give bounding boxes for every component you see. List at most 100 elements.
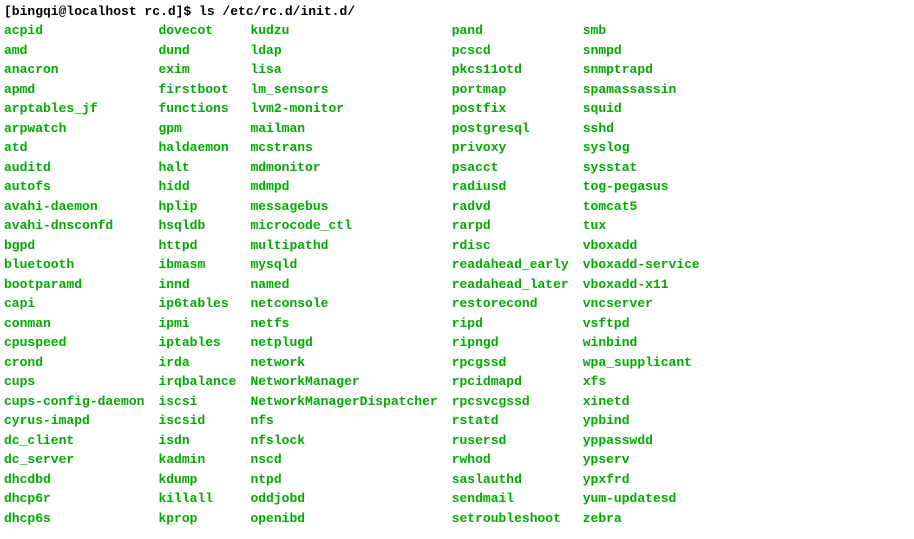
file-entry: NetworkManager	[250, 372, 437, 392]
file-entry: exim	[158, 60, 236, 80]
file-entry: ypserv	[583, 450, 700, 470]
file-entry: pkcs11otd	[452, 60, 569, 80]
file-entry: rarpd	[452, 216, 569, 236]
file-entry: radiusd	[452, 177, 569, 197]
file-entry: yum-updatesd	[583, 489, 700, 509]
file-entry: netfs	[250, 314, 437, 334]
file-entry: dhcdbd	[4, 470, 144, 490]
file-entry: tux	[583, 216, 700, 236]
file-entry: killall	[158, 489, 236, 509]
file-entry: mcstrans	[250, 138, 437, 158]
file-entry: arptables_jf	[4, 99, 144, 119]
file-entry: halt	[158, 158, 236, 178]
column-1: dovecotdundeximfirstbootfunctionsgpmhald…	[158, 21, 236, 528]
file-entry: dc_client	[4, 431, 144, 451]
file-entry: vsftpd	[583, 314, 700, 334]
file-entry: ibmasm	[158, 255, 236, 275]
file-entry: readahead_early	[452, 255, 569, 275]
file-entry: dund	[158, 41, 236, 61]
file-entry: yppasswdd	[583, 431, 700, 451]
file-entry: privoxy	[452, 138, 569, 158]
file-entry: apmd	[4, 80, 144, 100]
file-entry: dovecot	[158, 21, 236, 41]
file-entry: cyrus-imapd	[4, 411, 144, 431]
file-entry: nfslock	[250, 431, 437, 451]
file-entry: hsqldb	[158, 216, 236, 236]
column-3: pandpcscdpkcs11otdportmappostfixpostgres…	[452, 21, 569, 528]
file-entry: functions	[158, 99, 236, 119]
file-entry: openibd	[250, 509, 437, 529]
file-entry: postgresql	[452, 119, 569, 139]
file-entry: mdmpd	[250, 177, 437, 197]
file-entry: pcscd	[452, 41, 569, 61]
file-entry: ripngd	[452, 333, 569, 353]
file-entry: rpcsvcgssd	[452, 392, 569, 412]
file-entry: rpcidmapd	[452, 372, 569, 392]
file-entry: ipmi	[158, 314, 236, 334]
file-entry: mdmonitor	[250, 158, 437, 178]
file-entry: vboxadd	[583, 236, 700, 256]
file-entry: innd	[158, 275, 236, 295]
file-entry: iscsi	[158, 392, 236, 412]
file-entry: mailman	[250, 119, 437, 139]
file-entry: avahi-daemon	[4, 197, 144, 217]
file-entry: anacron	[4, 60, 144, 80]
file-entry: sendmail	[452, 489, 569, 509]
file-entry: named	[250, 275, 437, 295]
file-entry: vboxadd-x11	[583, 275, 700, 295]
file-entry: oddjobd	[250, 489, 437, 509]
file-entry: kudzu	[250, 21, 437, 41]
file-entry: netplugd	[250, 333, 437, 353]
file-entry: crond	[4, 353, 144, 373]
file-entry: postfix	[452, 99, 569, 119]
file-entry: cups	[4, 372, 144, 392]
file-entry: xinetd	[583, 392, 700, 412]
file-entry: atd	[4, 138, 144, 158]
file-entry: netconsole	[250, 294, 437, 314]
file-entry: rstatd	[452, 411, 569, 431]
file-entry: ip6tables	[158, 294, 236, 314]
file-entry: ypxfrd	[583, 470, 700, 490]
file-entry: snmpd	[583, 41, 700, 61]
file-entry: ripd	[452, 314, 569, 334]
file-entry: auditd	[4, 158, 144, 178]
file-entry: tog-pegasus	[583, 177, 700, 197]
file-entry: nfs	[250, 411, 437, 431]
file-entry: spamassassin	[583, 80, 700, 100]
file-entry: vncserver	[583, 294, 700, 314]
file-entry: kprop	[158, 509, 236, 529]
file-entry: conman	[4, 314, 144, 334]
file-entry: gpm	[158, 119, 236, 139]
file-entry: irqbalance	[158, 372, 236, 392]
file-entry: readahead_later	[452, 275, 569, 295]
file-entry: lm_sensors	[250, 80, 437, 100]
file-entry: tomcat5	[583, 197, 700, 217]
file-entry: restorecond	[452, 294, 569, 314]
file-entry: bluetooth	[4, 255, 144, 275]
file-entry: lvm2-monitor	[250, 99, 437, 119]
file-entry: rpcgssd	[452, 353, 569, 373]
file-entry: ypbind	[583, 411, 700, 431]
column-2: kudzuldaplisalm_sensorslvm2-monitormailm…	[250, 21, 437, 528]
directory-listing: acpidamdanacronapmdarptables_jfarpwatcha…	[4, 21, 910, 528]
file-entry: iptables	[158, 333, 236, 353]
file-entry: dhcp6s	[4, 509, 144, 529]
file-entry: setroubleshoot	[452, 509, 569, 529]
file-entry: cpuspeed	[4, 333, 144, 353]
file-entry: mysqld	[250, 255, 437, 275]
file-entry: microcode_ctl	[250, 216, 437, 236]
file-entry: vboxadd-service	[583, 255, 700, 275]
file-entry: kadmin	[158, 450, 236, 470]
file-entry: pand	[452, 21, 569, 41]
file-entry: amd	[4, 41, 144, 61]
file-entry: NetworkManagerDispatcher	[250, 392, 437, 412]
file-entry: ldap	[250, 41, 437, 61]
file-entry: saslauthd	[452, 470, 569, 490]
file-entry: ntpd	[250, 470, 437, 490]
file-entry: irda	[158, 353, 236, 373]
file-entry: haldaemon	[158, 138, 236, 158]
column-0: acpidamdanacronapmdarptables_jfarpwatcha…	[4, 21, 144, 528]
file-entry: bootparamd	[4, 275, 144, 295]
file-entry: network	[250, 353, 437, 373]
file-entry: httpd	[158, 236, 236, 256]
